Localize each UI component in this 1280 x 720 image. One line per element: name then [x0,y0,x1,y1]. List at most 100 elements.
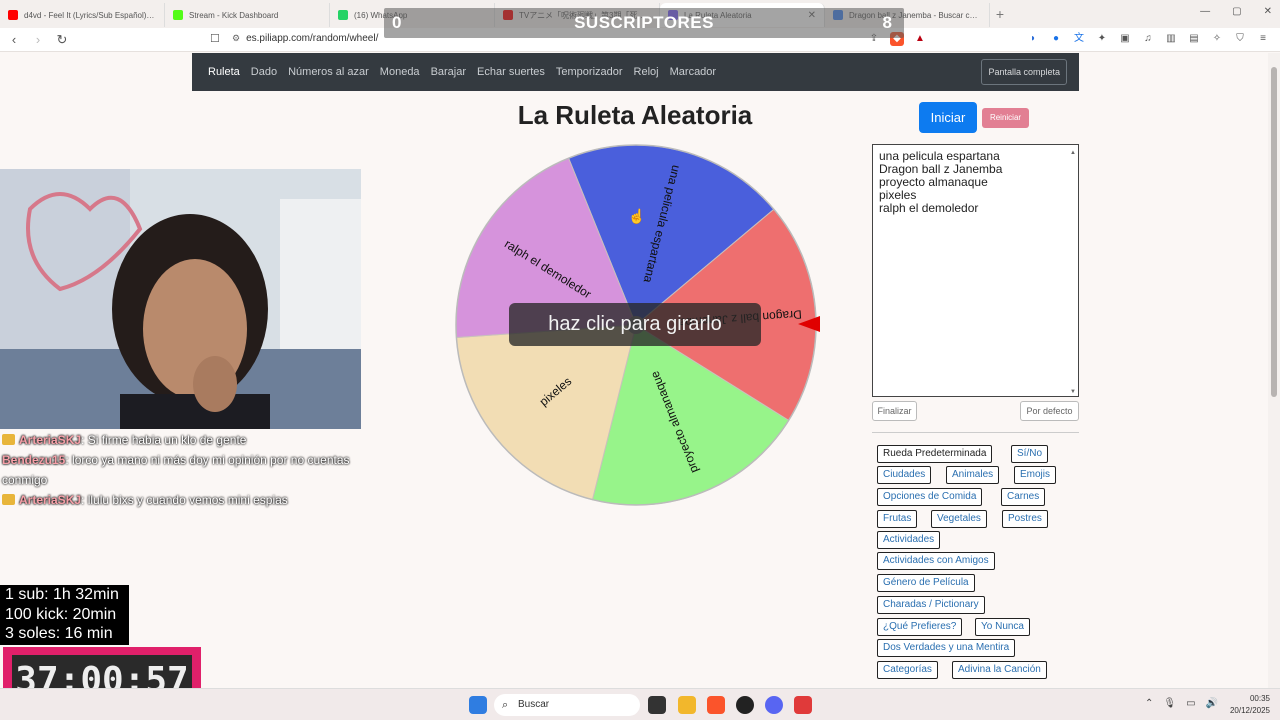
extension-b-icon[interactable]: ● [1049,32,1063,46]
window-controls: — ▢ ✕ [1200,6,1272,17]
entries-textarea[interactable]: una pelicula espartana Dragon ball z Jane… [872,144,1079,397]
preset-button[interactable]: Actividades con Amigos [877,552,995,570]
maximize-icon[interactable]: ▢ [1232,6,1241,17]
clock[interactable]: 00:35 20/12/2025 [1230,693,1270,717]
leo-icon[interactable]: ✧ [1210,32,1224,46]
close-window-icon[interactable]: ✕ [1264,6,1272,17]
app-icon[interactable] [794,696,812,714]
task-view-icon[interactable] [648,696,666,714]
screenshot-icon[interactable]: ▣ [1118,32,1132,46]
translate-icon[interactable]: 文 [1072,32,1086,46]
entry-line: ralph el demoledor [879,201,979,215]
site-info-icon[interactable]: ⚙ [232,33,240,44]
start-button[interactable]: Iniciar [919,102,977,133]
preset-button[interactable]: Carnes [1001,488,1046,506]
nav-link[interactable]: Moneda [380,66,420,78]
nav-link[interactable]: Marcador [670,66,716,78]
mouse-cursor-icon: ☝ [628,208,646,224]
preset-button[interactable]: Dos Verdades y una Mentira [877,639,1016,657]
file-explorer-icon[interactable] [678,696,696,714]
tab-favicon-icon [8,10,18,20]
preset-button[interactable]: Ciudades [877,466,932,484]
brave-browser-icon[interactable] [707,696,725,714]
preset-button[interactable]: Sí/No [1011,445,1049,463]
url-field[interactable]: ⚙ es.piliapp.com/random/wheel/ [232,33,378,44]
preset-button[interactable]: Categorías [877,661,938,679]
tray-chevron-icon[interactable]: ⌃ [1145,698,1153,709]
page-scrollbar[interactable] [1268,53,1280,688]
microphone-icon[interactable]: 🎙 [1163,698,1176,709]
forward-icon[interactable]: › [28,32,48,47]
textarea-scrollbar[interactable]: ▲ ▼ [1069,147,1077,395]
tab-favicon-icon [173,10,183,20]
extension-icons: ⇪ ◆ ▲ ◗ ● 文 ✦ ▣ ♫ ▥ ▤ ✧ ⛉ ≡ [867,32,1270,46]
entries-list: una pelicula espartana Dragon ball z Jane… [879,150,1072,215]
search-label: Buscar [518,699,550,710]
preset-button[interactable]: Adivina la Canción [952,661,1047,679]
preset-button[interactable]: Género de Película [877,574,975,592]
scrollbar-thumb[interactable] [1271,67,1277,397]
reset-button[interactable]: Reiniciar [982,108,1029,128]
browser-tab[interactable]: Stream - Kick Dashboard [165,3,330,27]
sidebar-icon[interactable]: ▥ [1164,32,1178,46]
network-icon[interactable]: ▭ [1186,698,1195,709]
reload-icon[interactable]: ↻ [52,32,72,48]
nav-link[interactable]: Reloj [634,66,659,78]
nav-link[interactable]: Ruleta [208,66,240,78]
obs-icon[interactable] [736,696,754,714]
nav-link[interactable]: Dado [251,66,277,78]
subs-right-count: 8 [882,13,892,32]
url-text: es.piliapp.com/random/wheel/ [246,33,379,44]
browser-tab[interactable]: d4vd - Feel It (Lyrics/Sub Español) - Yo… [0,3,165,27]
new-tab-button[interactable]: + [990,6,1010,22]
tab-title: d4vd - Feel It (Lyrics/Sub Español) - Yo… [24,10,156,20]
media-icon[interactable]: ♫ [1141,32,1155,46]
fullscreen-button[interactable]: Pantalla completa [981,59,1067,85]
tab-title: Stream - Kick Dashboard [189,10,279,20]
preset-button[interactable]: ¿Qué Prefieres? [877,618,963,636]
preset-button[interactable]: Animales [946,466,1000,484]
preset-button[interactable]: Opciones de Comida [877,488,983,506]
chat-message: ArteriaSKJ: Si firme habia un klo de gen… [2,430,362,450]
preset-button[interactable]: Frutas [877,510,918,528]
chat-username: ArteriaSKJ [19,433,82,447]
rewards-icon[interactable]: ▲ [913,32,927,46]
vpn-icon[interactable]: ⛉ [1233,32,1247,46]
preset-button[interactable]: Emojis [1014,466,1057,484]
webcam-image [0,169,361,429]
back-icon[interactable]: ‹ [4,32,24,47]
subscriber-counter: 0 SUSCRIPTORES 8 [384,8,904,38]
preset-button[interactable]: Actividades [877,531,941,549]
nav-link[interactable]: Números al azar [288,66,369,78]
webcam-feed [0,169,361,429]
discord-icon[interactable] [765,696,783,714]
goal-line: 1 sub: 1h 32min [5,586,119,603]
extension-a-icon[interactable]: ◗ [1026,32,1040,46]
wheel-pointer-icon [798,316,820,332]
chat-username: Bendezu15 [2,453,66,467]
menu-icon[interactable]: ≡ [1256,32,1270,46]
preset-button[interactable]: Yo Nunca [975,618,1030,636]
default-button[interactable]: Por defecto [1020,401,1079,421]
preset-button[interactable]: Vegetales [931,510,987,528]
finish-button[interactable]: Finalizar [872,401,917,421]
nav-link[interactable]: Barajar [431,66,466,78]
clock-date: 20/12/2025 [1229,706,1270,715]
nav-link[interactable]: Echar suertes [477,66,545,78]
preset-button[interactable]: Postres [1002,510,1048,528]
preset-button[interactable]: Rueda Predeterminada [877,445,993,463]
subathon-goals: 1 sub: 1h 32min 100 kick: 20min 3 soles: 1… [0,585,129,645]
taskbar-search[interactable]: ⌕ Buscar [494,694,640,716]
preset-button[interactable]: Charadas / Pictionary [877,596,985,614]
chat-message: Bendezu15: lorco ya mano ni más doy mi o… [2,450,362,490]
windows-start-icon[interactable] [469,696,487,714]
volume-icon[interactable]: 🔊 [1206,698,1218,709]
nav-link[interactable]: Temporizador [556,66,623,78]
wallet-icon[interactable]: ▤ [1187,32,1201,46]
puzzle-icon[interactable]: ✦ [1095,32,1109,46]
minimize-icon[interactable]: — [1200,6,1210,17]
spin-hint-overlay[interactable]: haz clic para girarlo [509,303,761,346]
site-navbar: Ruleta Dado Números al azar Moneda Barajar Ec… [192,53,1079,91]
bookmark-icon[interactable]: ☐ [210,32,220,45]
chat-username: ArteriaSKJ [19,493,82,507]
